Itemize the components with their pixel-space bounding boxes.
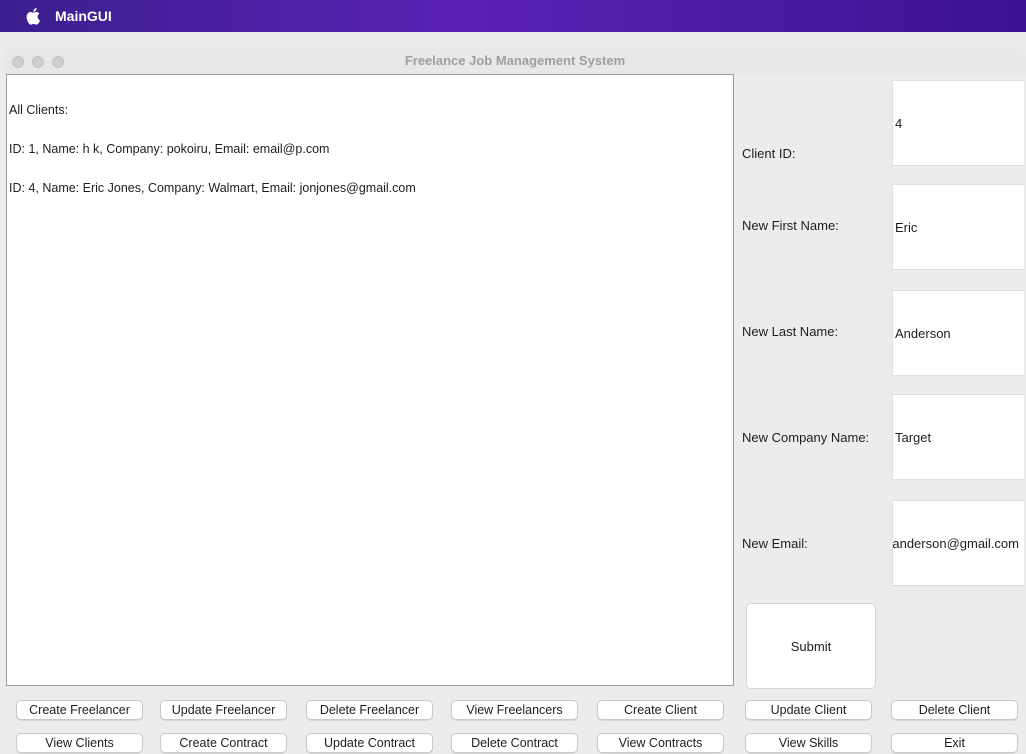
client-id-label: Client ID: [742, 146, 796, 161]
client-id-field[interactable]: 4 [892, 80, 1024, 166]
email-label: New Email: [742, 536, 808, 551]
company-name-value: Target [895, 429, 932, 445]
output-line: ID: 4, Name: Eric Jones, Company: Walmar… [9, 181, 416, 195]
window-titlebar: Freelance Job Management System [4, 48, 1026, 75]
client-id-value: 4 [895, 115, 903, 131]
create-freelancer-button[interactable]: Create Freelancer [16, 700, 143, 720]
system-menubar: MainGUI [0, 0, 1026, 32]
window-title: Freelance Job Management System [404, 53, 626, 68]
output-line: All Clients: [9, 103, 69, 117]
view-contracts-button[interactable]: View Contracts [597, 733, 724, 753]
create-client-button[interactable]: Create Client [597, 700, 724, 720]
exit-button[interactable]: Exit [891, 733, 1018, 753]
company-name-field[interactable]: Target [892, 394, 1024, 480]
output-text-area[interactable]: All Clients: ID: 1, Name: h k, Company: … [6, 74, 734, 686]
update-client-button[interactable]: Update Client [745, 700, 872, 720]
app-name[interactable]: MainGUI [55, 8, 112, 24]
view-skills-button[interactable]: View Skills [745, 733, 872, 753]
create-contract-button[interactable]: Create Contract [160, 733, 287, 753]
delete-freelancer-button[interactable]: Delete Freelancer [306, 700, 433, 720]
last-name-field[interactable]: Anderson [892, 290, 1024, 376]
update-contract-button[interactable]: Update Contract [306, 733, 433, 753]
last-name-value: Anderson [895, 325, 951, 341]
delete-contract-button[interactable]: Delete Contract [451, 733, 578, 753]
first-name-label: New First Name: [742, 218, 839, 233]
view-clients-button[interactable]: View Clients [16, 733, 143, 753]
submit-button[interactable]: Submit [746, 603, 876, 689]
view-freelancers-button[interactable]: View Freelancers [451, 700, 578, 720]
first-name-value: Eric [895, 219, 918, 235]
email-value: ericanderson@gmail.com [892, 535, 1019, 551]
first-name-field[interactable]: Eric [892, 184, 1024, 270]
company-name-label: New Company Name: [742, 430, 870, 445]
output-line: ID: 1, Name: h k, Company: pokoiru, Emai… [9, 142, 330, 156]
apple-icon[interactable] [26, 6, 42, 26]
email-field[interactable]: ericanderson@gmail.com [892, 500, 1024, 586]
update-freelancer-button[interactable]: Update Freelancer [160, 700, 287, 720]
delete-client-button[interactable]: Delete Client [891, 700, 1018, 720]
last-name-label: New Last Name: [742, 324, 839, 339]
